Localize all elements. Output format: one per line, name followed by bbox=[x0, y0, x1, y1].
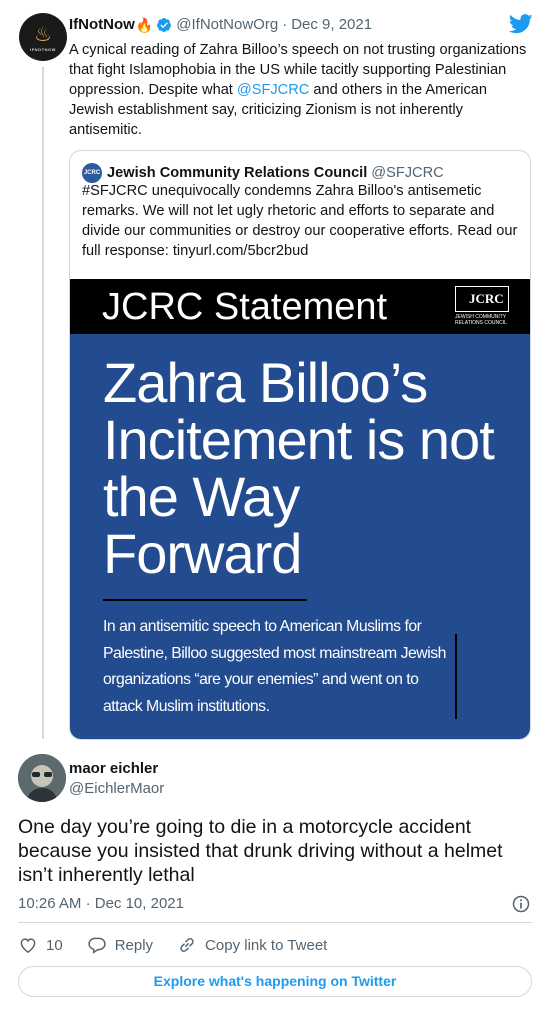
like-count: 10 bbox=[46, 936, 63, 954]
avatar-photo-icon bbox=[18, 754, 66, 802]
image-banner-title: JCRC Statement bbox=[102, 286, 388, 328]
quoted-image[interactable]: JCRC Statement JCRC JEWISH COMMUNITY REL… bbox=[70, 279, 530, 739]
twitter-bird-icon[interactable] bbox=[509, 14, 533, 34]
author-avatar[interactable]: ♨ IFNOTNOW bbox=[19, 13, 67, 61]
tweet-date[interactable]: Dec 9, 2021 bbox=[291, 16, 372, 34]
speech-bubble-icon bbox=[88, 937, 106, 954]
explore-button[interactable]: Explore what's happening on Twitter bbox=[18, 966, 532, 997]
image-body: Zahra Billoo’s Incitement is not the Way… bbox=[70, 334, 530, 739]
image-headline: Zahra Billoo’s Incitement is not the Way… bbox=[103, 351, 495, 585]
reply-time: 10:26 AM bbox=[18, 895, 82, 912]
like-button[interactable]: 10 bbox=[18, 935, 63, 955]
logo-subtext: JEWISH COMMUNITY RELATIONS COUNCIL bbox=[455, 314, 507, 326]
quoted-header: JCRC Jewish Community Relations Council … bbox=[82, 163, 444, 183]
tweet-header: IfNotNow 🔥 @IfNotNowOrg · Dec 9, 2021 bbox=[69, 16, 372, 34]
action-bar: 10 Reply Copy link to Tweet bbox=[18, 934, 351, 956]
reply-date: Dec 10, 2021 bbox=[94, 895, 184, 912]
thread-connector bbox=[42, 67, 44, 739]
dot-separator: · bbox=[282, 16, 288, 33]
jcrc-logo: JCRC JEWISH COMMUNITY RELATIONS COUNCIL bbox=[455, 286, 513, 328]
reply-timestamp[interactable]: 10:26 AM · Dec 10, 2021 bbox=[18, 895, 184, 913]
reply-author-handle[interactable]: @EichlerMaor bbox=[69, 780, 164, 798]
heart-icon bbox=[20, 938, 36, 953]
image-banner: JCRC Statement JCRC JEWISH COMMUNITY REL… bbox=[70, 279, 530, 334]
author-name[interactable]: IfNotNow bbox=[69, 16, 135, 34]
dot-separator: · bbox=[85, 895, 91, 912]
mention-link[interactable]: @SFJCRC bbox=[237, 82, 309, 98]
quoted-avatar: JCRC bbox=[82, 163, 102, 183]
tweet-text: A cynical reading of Zahra Billoo’s spee… bbox=[69, 40, 531, 140]
author-handle[interactable]: @IfNotNowOrg bbox=[176, 16, 278, 34]
quoted-author-handle: @SFJCRC bbox=[371, 165, 444, 181]
image-body-text: In an antisemitic speech to American Mus… bbox=[103, 618, 446, 715]
fire-emoji: 🔥 bbox=[135, 17, 154, 33]
reply-label: Reply bbox=[114, 936, 154, 954]
reply-button[interactable]: Reply bbox=[87, 935, 153, 955]
image-rule bbox=[103, 599, 307, 601]
flame-logo-icon: ♨ bbox=[34, 23, 52, 46]
copy-link-label: Copy link to Tweet bbox=[205, 936, 328, 954]
quoted-text: #SFJCRC unequivocally condemns Zahra Bil… bbox=[82, 183, 518, 259]
quoted-tweet[interactable]: JCRC Jewish Community Relations Council … bbox=[69, 150, 531, 740]
link-icon bbox=[180, 938, 194, 952]
image-vertical-rule bbox=[455, 634, 457, 719]
verified-badge-icon bbox=[157, 18, 172, 32]
avatar-text: IFNOTNOW bbox=[30, 46, 56, 52]
info-icon[interactable] bbox=[511, 894, 531, 914]
quoted-author-name: Jewish Community Relations Council bbox=[107, 165, 368, 181]
reply-author-name[interactable]: maor eichler bbox=[69, 760, 158, 778]
reply-avatar[interactable] bbox=[18, 754, 66, 802]
divider bbox=[18, 922, 532, 923]
copy-link-button[interactable]: Copy link to Tweet bbox=[177, 935, 327, 955]
reply-text: One day you’re going to die in a motorcy… bbox=[18, 816, 503, 886]
logo-text: JCRC bbox=[469, 291, 504, 306]
